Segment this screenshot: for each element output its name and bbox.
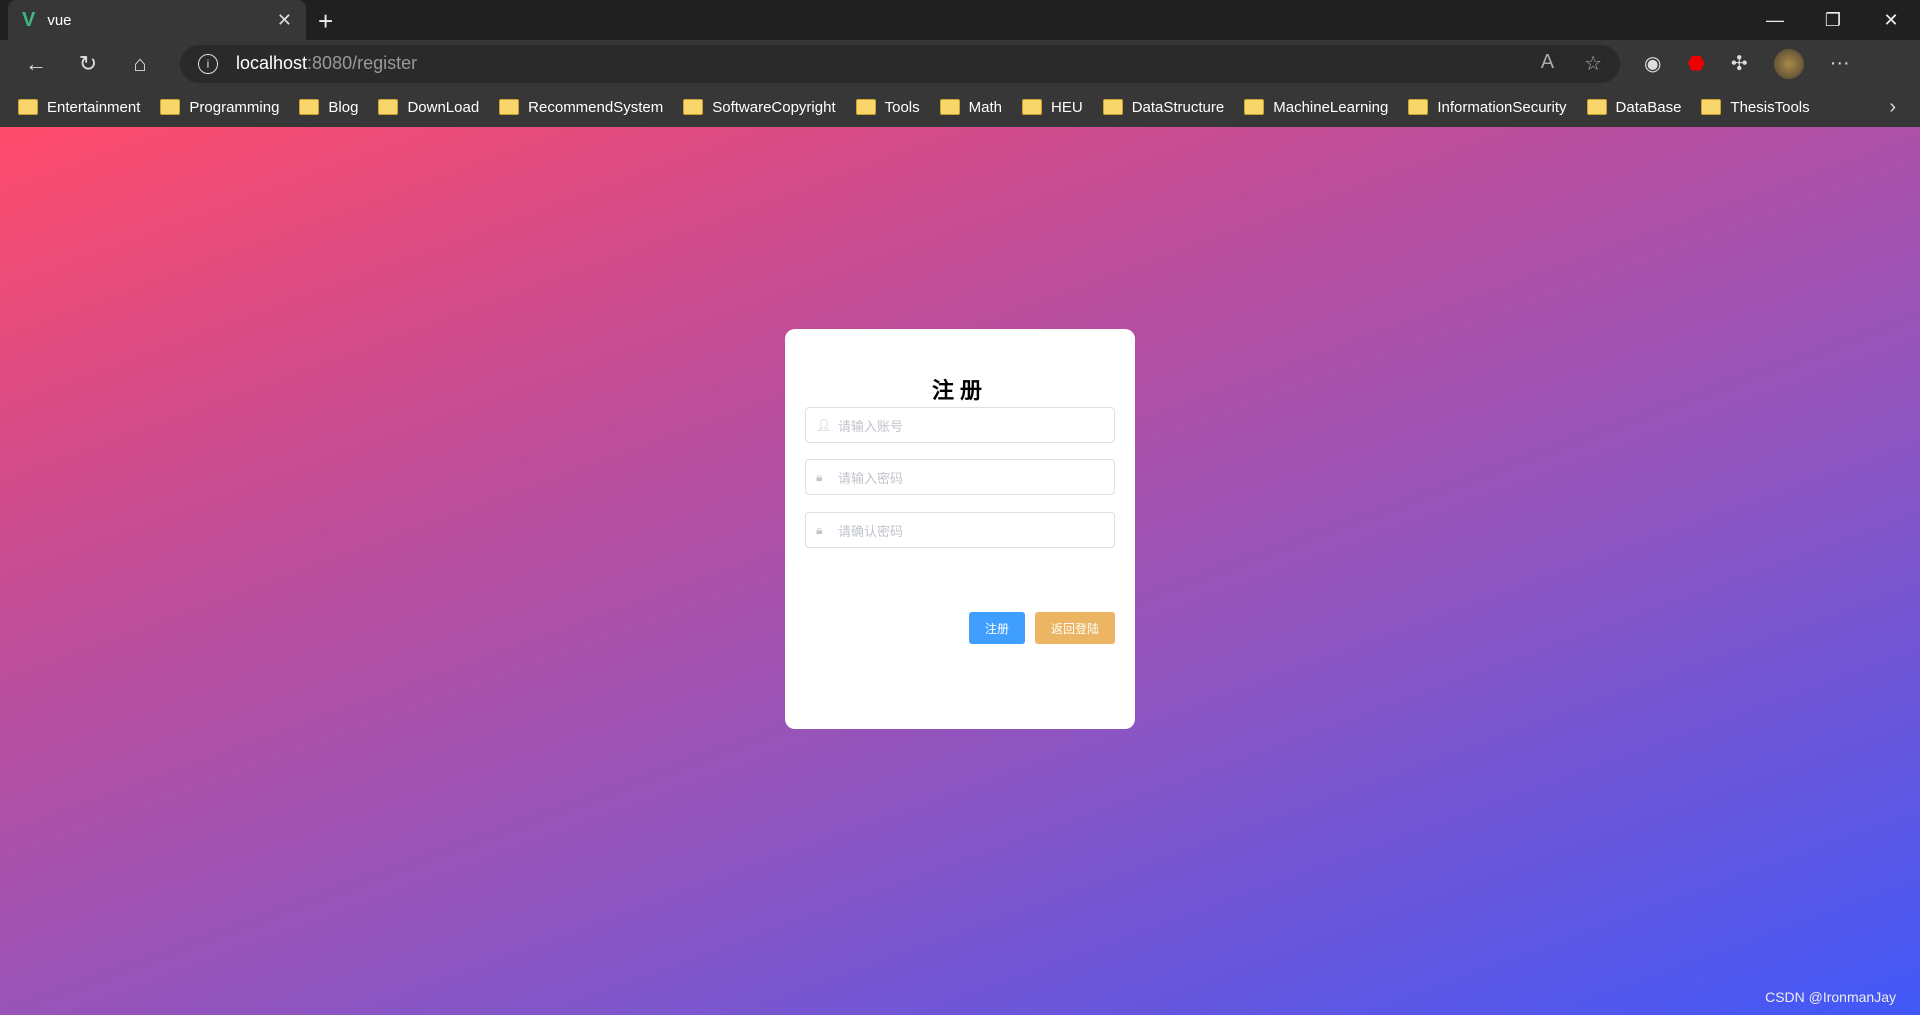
bookmark-item[interactable]: Entertainment: [18, 99, 140, 116]
vue-logo-icon: V: [22, 8, 36, 31]
bookmark-item[interactable]: DownLoad: [378, 99, 479, 116]
folder-icon: [378, 99, 399, 115]
read-aloud-icon[interactable]: A: [1541, 51, 1554, 76]
toolbar: ← ↻ ⌂ i localhost:8080/register A ☆ ◉ ⬣ ✣…: [0, 40, 1920, 87]
password-input[interactable]: 🔒︎ 请输入密码: [805, 459, 1115, 495]
bookmark-item[interactable]: SoftwareCopyright: [683, 98, 836, 116]
bookmark-label: Math: [968, 98, 1003, 116]
home-icon[interactable]: ⌂: [114, 44, 166, 84]
page-background: 注册 👤︎ 请输入账号 🔒︎ 请输入密码 🔒︎ 请确认密码 注册 返回登陆 CSDN …: [0, 127, 1920, 1015]
confirm-password-input[interactable]: 🔒︎ 请确认密码: [805, 512, 1115, 548]
bookmark-item[interactable]: DataBase: [1586, 98, 1682, 116]
address-bar[interactable]: i localhost:8080/register A ☆: [180, 44, 1620, 83]
bookmark-label: HEU: [1051, 98, 1083, 116]
username-placeholder: 请输入账号: [838, 418, 904, 434]
watermark: CSDN @IronmanJay: [1765, 989, 1896, 1005]
folder-icon: [1701, 99, 1722, 115]
tab-title: vue: [47, 11, 72, 29]
folder-icon: [499, 99, 520, 115]
restore-icon[interactable]: ❐: [1804, 0, 1862, 40]
folder-icon: [939, 99, 960, 115]
bookmark-label: InformationSecurity: [1437, 98, 1567, 116]
url-host: localhost: [236, 53, 308, 73]
bookmark-item[interactable]: Tools: [855, 98, 920, 116]
bookmarks-more-icon[interactable]: ›: [1889, 96, 1896, 119]
folder-icon: [1408, 99, 1429, 115]
bookmark-label: Tools: [884, 98, 920, 116]
bookmark-item[interactable]: MachineLearning: [1244, 99, 1388, 116]
bookmark-label: DataBase: [1615, 98, 1682, 116]
bookmarks-bar: Entertainment Programming Blog DownLoad Reco…: [0, 87, 1920, 127]
password-placeholder: 请输入密码: [838, 470, 904, 486]
lock-icon: 🔒︎: [816, 522, 823, 537]
tab-bar: V vue ✕ + — ❐ ✕: [0, 0, 1920, 40]
adblock-icon[interactable]: ⬣: [1687, 51, 1704, 76]
folder-icon: [1244, 99, 1265, 115]
add-favorite-icon[interactable]: ☆: [1584, 51, 1602, 76]
back-icon[interactable]: ←: [10, 44, 62, 84]
register-card: 注册 👤︎ 请输入账号 🔒︎ 请输入密码 🔒︎ 请确认密码 注册 返回登陆: [785, 329, 1135, 729]
new-tab-icon[interactable]: +: [318, 6, 333, 37]
extension-icon[interactable]: ◉: [1644, 51, 1661, 76]
folder-icon: [683, 99, 704, 115]
profile-avatar[interactable]: [1773, 48, 1804, 79]
lock-icon: 🔒︎: [816, 469, 823, 484]
folder-icon: [18, 99, 38, 115]
bookmark-item[interactable]: Math: [939, 98, 1003, 116]
bookmark-label: ThesisTools: [1730, 98, 1810, 116]
bookmark-label: MachineLearning: [1273, 98, 1389, 116]
bookmark-label: SoftwareCopyright: [712, 98, 836, 116]
folder-icon: [1022, 99, 1043, 115]
refresh-icon[interactable]: ↻: [62, 44, 114, 84]
user-icon: 👤︎: [816, 418, 832, 432]
folder-icon: [1586, 99, 1607, 115]
bookmark-label: Entertainment: [47, 98, 141, 116]
info-icon[interactable]: i: [198, 53, 218, 74]
folder-icon: [299, 99, 320, 115]
username-input[interactable]: 👤︎ 请输入账号: [805, 407, 1115, 443]
back-to-login-button[interactable]: 返回登陆: [1035, 612, 1115, 644]
bookmark-item[interactable]: RecommendSystem: [499, 99, 663, 116]
bookmark-item[interactable]: InformationSecurity: [1408, 98, 1567, 116]
bookmark-label: Programming: [189, 98, 280, 116]
close-window-icon[interactable]: ✕: [1862, 0, 1920, 40]
browser-tab[interactable]: V vue ✕: [8, 0, 306, 40]
extensions-puzzle-icon[interactable]: ✣: [1731, 51, 1748, 76]
minimize-icon[interactable]: —: [1746, 0, 1804, 40]
register-button[interactable]: 注册: [969, 612, 1025, 644]
folder-icon: [1102, 99, 1123, 115]
bookmark-label: DownLoad: [407, 98, 480, 116]
folder-icon: [160, 99, 181, 115]
bookmark-item[interactable]: Programming: [160, 99, 279, 116]
bookmark-item[interactable]: Blog: [299, 99, 358, 116]
more-menu-icon[interactable]: ···: [1830, 52, 1850, 75]
close-tab-icon[interactable]: ✕: [277, 10, 292, 31]
bookmark-label: RecommendSystem: [528, 98, 664, 116]
folder-icon: [855, 99, 876, 115]
bookmark-item[interactable]: HEU: [1022, 99, 1083, 116]
bookmark-item[interactable]: ThesisTools: [1701, 98, 1810, 116]
bookmark-item[interactable]: DataStructure: [1102, 98, 1225, 116]
bookmark-label: DataStructure: [1131, 98, 1225, 116]
bookmark-label: Blog: [328, 98, 359, 116]
confirm-placeholder: 请确认密码: [838, 523, 904, 539]
page-title: 注册: [931, 378, 988, 403]
url-path: :8080/register: [307, 53, 418, 73]
